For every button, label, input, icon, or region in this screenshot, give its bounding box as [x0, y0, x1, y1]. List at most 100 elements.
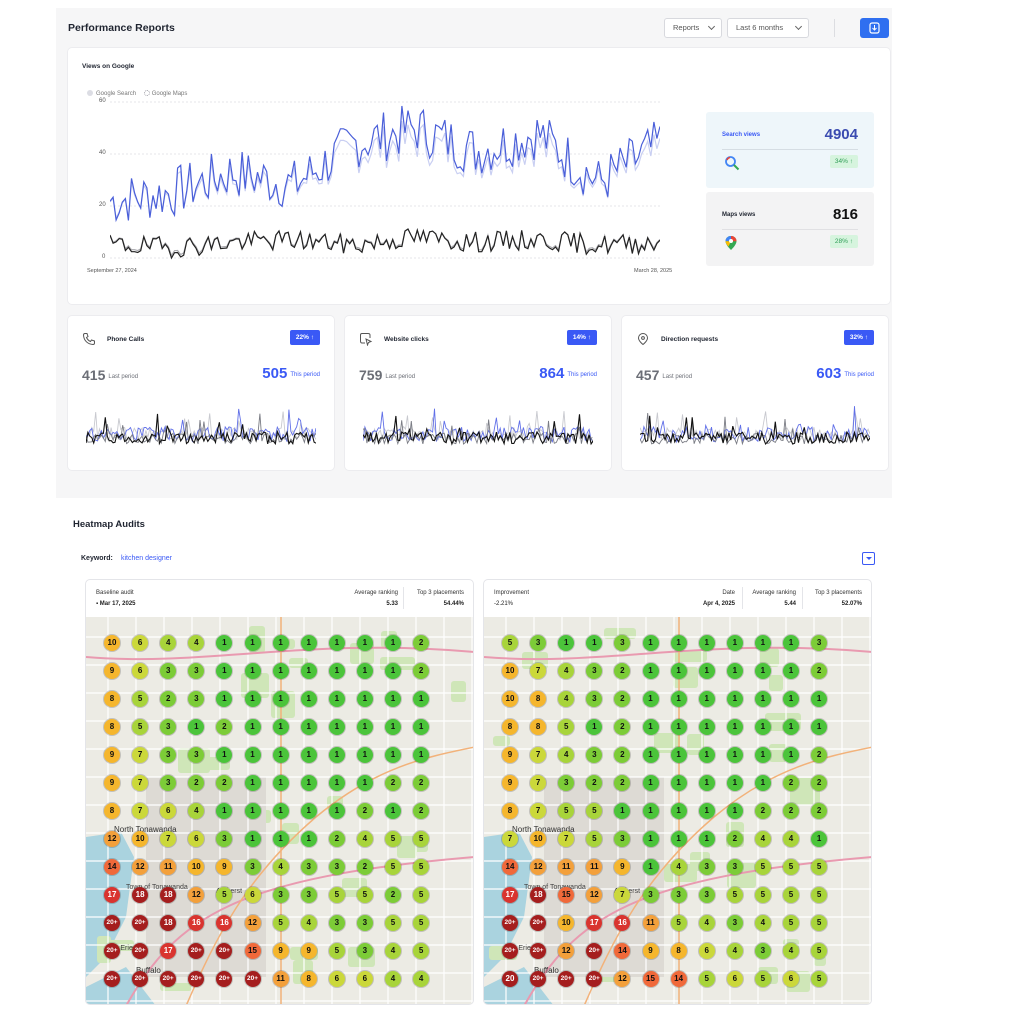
ranking-pin[interactable]: 5 [328, 887, 345, 903]
ranking-pin[interactable]: 1 [272, 719, 289, 735]
ranking-pin[interactable]: 5 [413, 831, 430, 847]
direction-requests-sparkline[interactable] [640, 402, 870, 462]
ranking-pin[interactable]: 1 [698, 803, 715, 819]
ranking-pin[interactable]: 14 [104, 859, 120, 875]
ranking-pin[interactable]: 10 [104, 635, 120, 651]
ranking-pin[interactable]: 1 [670, 691, 687, 707]
ranking-pin[interactable]: 1 [300, 663, 317, 679]
ranking-pin[interactable]: 3 [726, 915, 743, 931]
ranking-pin[interactable]: 11 [272, 971, 289, 987]
ranking-pin[interactable]: 1 [783, 719, 799, 735]
ranking-pin[interactable]: 2 [754, 803, 771, 819]
ranking-pin[interactable]: 5 [385, 859, 401, 875]
ranking-pin[interactable]: 3 [642, 887, 659, 903]
ranking-pin[interactable]: 1 [811, 691, 828, 707]
ranking-pin[interactable]: 20+ [502, 915, 518, 931]
ranking-pin[interactable]: 1 [642, 635, 659, 651]
ranking-pin[interactable]: 1 [670, 803, 687, 819]
views-line-chart[interactable] [110, 100, 660, 260]
ranking-pin[interactable]: 1 [783, 663, 799, 679]
ranking-pin[interactable]: 1 [698, 635, 715, 651]
ranking-pin[interactable]: 1 [356, 747, 373, 763]
ranking-pin[interactable]: 1 [385, 635, 401, 651]
search-series-line[interactable] [110, 105, 660, 223]
ranking-pin[interactable]: 1 [670, 747, 687, 763]
ranking-pin[interactable]: 9 [502, 747, 518, 763]
ranking-pin[interactable]: 1 [726, 775, 743, 791]
ranking-pin[interactable]: 1 [385, 803, 401, 819]
legend-search[interactable]: Google Search [96, 91, 136, 97]
ranking-pin[interactable]: 18 [530, 887, 547, 903]
ranking-pin[interactable]: 5 [754, 887, 771, 903]
ranking-pin[interactable]: 6 [244, 887, 261, 903]
ranking-pin[interactable]: 1 [328, 663, 345, 679]
ranking-pin[interactable]: 1 [726, 635, 743, 651]
ranking-pin[interactable]: 3 [670, 887, 687, 903]
ranking-pin[interactable]: 4 [726, 943, 743, 959]
ranking-pin[interactable]: 5 [726, 887, 743, 903]
ranking-pin[interactable]: 1 [244, 635, 261, 651]
ranking-pin[interactable]: 7 [132, 775, 149, 791]
export-button[interactable] [860, 18, 889, 38]
ranking-pin[interactable]: 5 [132, 691, 149, 707]
ranking-pin[interactable]: 1 [328, 747, 345, 763]
ranking-pin[interactable]: 3 [530, 635, 547, 651]
ranking-pin[interactable]: 1 [244, 775, 261, 791]
ranking-pin[interactable]: 7 [132, 803, 149, 819]
ranking-pin[interactable]: 1 [244, 691, 261, 707]
ranking-pin[interactable]: 9 [104, 663, 120, 679]
ranking-pin[interactable]: 20+ [132, 943, 149, 959]
ranking-pin[interactable]: 1 [698, 663, 715, 679]
ranking-pin[interactable]: 7 [132, 747, 149, 763]
ranking-pin[interactable]: 17 [502, 887, 518, 903]
ranking-pin[interactable]: 1 [328, 775, 345, 791]
ranking-pin[interactable]: 1 [328, 691, 345, 707]
ranking-pin[interactable]: 1 [670, 719, 687, 735]
ranking-pin[interactable]: 5 [670, 915, 687, 931]
ranking-pin[interactable]: 4 [385, 971, 401, 987]
ranking-pin[interactable]: 1 [356, 775, 373, 791]
ranking-pin[interactable]: 8 [530, 691, 547, 707]
ranking-pin[interactable]: 9 [104, 775, 120, 791]
ranking-pin[interactable]: 6 [356, 971, 373, 987]
ranking-pin[interactable]: 1 [413, 747, 430, 763]
maps-series-line[interactable] [110, 227, 660, 260]
ranking-pin[interactable]: 1 [698, 775, 715, 791]
ranking-pin[interactable]: 2 [413, 635, 430, 651]
ranking-pin[interactable]: 12 [530, 859, 547, 875]
ranking-pin[interactable]: 1 [300, 803, 317, 819]
ranking-pin[interactable]: 2 [783, 775, 799, 791]
ranking-pin[interactable]: 10 [502, 663, 518, 679]
ranking-pin[interactable]: 3 [811, 635, 828, 651]
ranking-pin[interactable]: 7 [530, 747, 547, 763]
ranking-pin[interactable]: 1 [356, 691, 373, 707]
ranking-pin[interactable]: 8 [502, 803, 518, 819]
ranking-pin[interactable]: 1 [413, 719, 430, 735]
ranking-pin[interactable]: 1 [272, 831, 289, 847]
ranking-pin[interactable]: 8 [104, 803, 120, 819]
ranking-pin[interactable]: 10 [530, 831, 547, 847]
legend-maps[interactable]: Google Maps [152, 91, 188, 97]
improvement-heatmap[interactable]: North TonawandaTown of TonawandaAmherstB… [484, 617, 871, 1004]
ranking-pin[interactable]: 1 [754, 747, 771, 763]
ranking-pin[interactable]: 1 [300, 719, 317, 735]
ranking-pin[interactable]: 1 [272, 663, 289, 679]
ranking-pin[interactable]: 20 [502, 971, 518, 987]
ranking-pin[interactable]: 5 [811, 971, 828, 987]
ranking-pin[interactable]: 1 [670, 775, 687, 791]
ranking-pin[interactable]: 20+ [530, 971, 547, 987]
ranking-pin[interactable]: 1 [642, 747, 659, 763]
ranking-pin[interactable]: 1 [385, 691, 401, 707]
ranking-pin[interactable]: 1 [328, 719, 345, 735]
ranking-pin[interactable]: 2 [811, 747, 828, 763]
ranking-pin[interactable]: 5 [413, 943, 430, 959]
ranking-pin[interactable]: 1 [698, 747, 715, 763]
ranking-pin[interactable]: 1 [300, 635, 317, 651]
ranking-pin[interactable]: 1 [670, 831, 687, 847]
ranking-pin[interactable]: 1 [328, 803, 345, 819]
ranking-pin[interactable]: 1 [698, 719, 715, 735]
ranking-pin[interactable]: 1 [642, 719, 659, 735]
ranking-pin[interactable]: 1 [754, 719, 771, 735]
ranking-pin[interactable]: 1 [356, 719, 373, 735]
ranking-pin[interactable]: 1 [783, 635, 799, 651]
